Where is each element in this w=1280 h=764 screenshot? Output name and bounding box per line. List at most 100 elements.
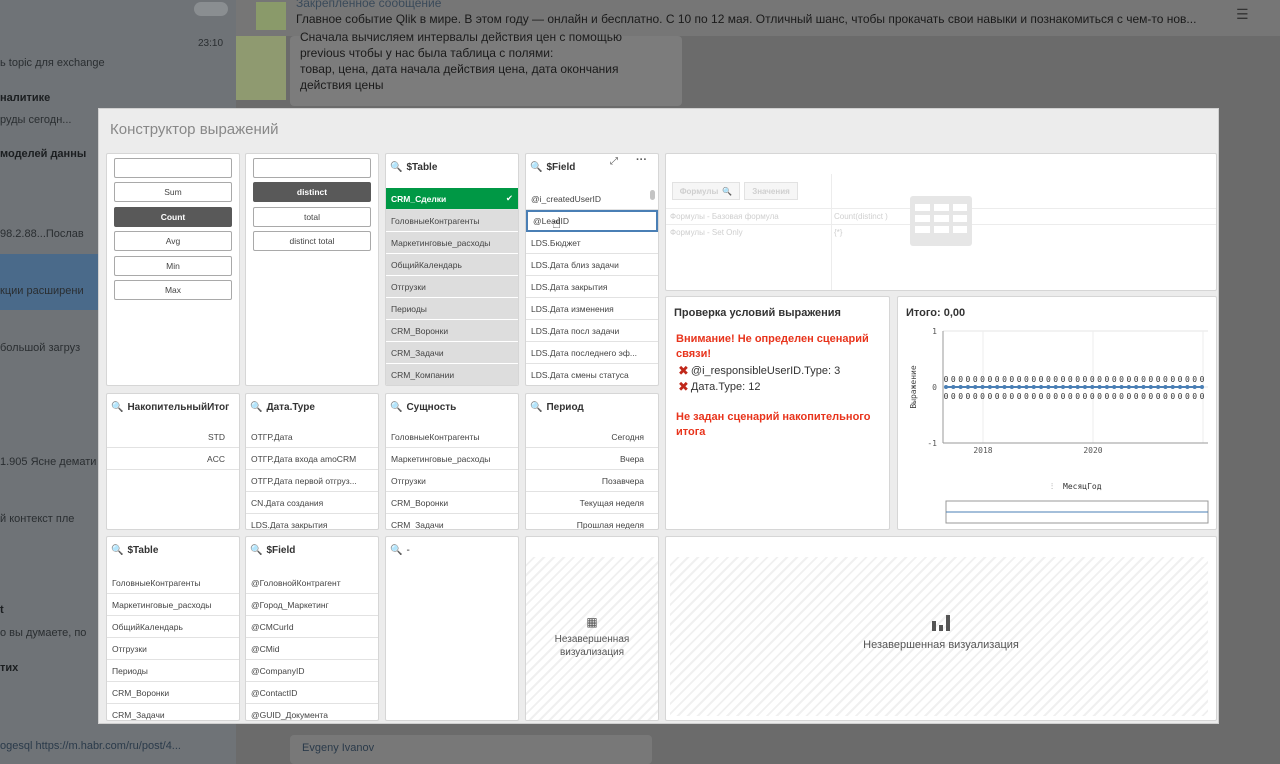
- data-label: 0: [980, 375, 985, 384]
- list-item[interactable]: CRM_Воронки: [386, 320, 518, 342]
- aggregation-button-avg[interactable]: Avg: [114, 231, 232, 251]
- field-listbox-header[interactable]: 🔍 $Field: [530, 162, 575, 173]
- list-item[interactable]: Маркетинговые_расходы: [386, 448, 518, 470]
- chat-list-item[interactable]: й контекст пле: [0, 513, 74, 525]
- data-label: 0: [1170, 375, 1175, 384]
- search-header[interactable]: 🔍 -: [390, 545, 410, 556]
- list-item[interactable]: LDS.Дата закрытия: [246, 514, 378, 530]
- period-header[interactable]: 🔍 Период: [530, 402, 584, 413]
- list-item[interactable]: Отгрузки: [386, 470, 518, 492]
- field2-header[interactable]: 🔍 $Field: [250, 545, 295, 556]
- list-item[interactable]: CRM_Компании: [386, 364, 518, 385]
- more-icon[interactable]: ···: [636, 154, 647, 166]
- table2-header[interactable]: 🔍 $Table: [111, 545, 158, 556]
- list-item[interactable]: STD: [107, 426, 239, 448]
- chat-list-item[interactable]: большой загруз: [0, 342, 80, 354]
- cumulative-header[interactable]: 🔍 НакопительныйИтог: [111, 402, 229, 413]
- list-item[interactable]: ГоловныеКонтрагенты: [386, 210, 518, 232]
- list-item[interactable]: ГоловныеКонтрагенты: [107, 572, 239, 594]
- list-item[interactable]: ACC: [107, 448, 239, 470]
- list-item[interactable]: Прошлая неделя: [526, 514, 658, 530]
- list-item[interactable]: Периоды: [386, 298, 518, 320]
- list-item[interactable]: ОТГР.Дата входа amoCRM: [246, 448, 378, 470]
- x-tick-label: 2020: [1083, 446, 1102, 455]
- search-icon: 🔍: [722, 186, 733, 196]
- modifier-button[interactable]: total: [253, 206, 371, 227]
- list-item[interactable]: CRM_Сделки ✔: [386, 188, 518, 210]
- modifier-search-input[interactable]: [253, 158, 371, 178]
- list-item[interactable]: @CompanyID: [246, 660, 378, 682]
- list-item-label: LDS.Бюджет: [531, 237, 581, 248]
- data-point: [1119, 385, 1124, 389]
- list-item[interactable]: @ГоловнойКонтрагент: [246, 572, 378, 594]
- list-item[interactable]: Сегодня: [526, 426, 658, 448]
- aggregation-button-max[interactable]: Max: [114, 280, 232, 300]
- chat-list-item[interactable]: кции расширени: [0, 285, 84, 297]
- list-item[interactable]: CRM_Воронки: [107, 682, 239, 704]
- list-item[interactable]: CRM_Задачи: [107, 704, 239, 720]
- data-label: 0: [1024, 392, 1029, 401]
- aggregation-button-min[interactable]: Min: [114, 255, 232, 276]
- list-item[interactable]: CRM_Воронки: [386, 492, 518, 514]
- list-item-label: STD: [208, 431, 225, 442]
- scrollbar[interactable]: [650, 190, 655, 200]
- list-item[interactable]: @LeadID: [526, 210, 658, 232]
- list-item[interactable]: Отгрузки: [386, 276, 518, 298]
- list-item[interactable]: Периоды: [107, 660, 239, 682]
- aggregation-button-sum[interactable]: Sum: [114, 182, 232, 202]
- entity-header[interactable]: 🔍 Сущность: [390, 402, 456, 413]
- list-item[interactable]: Позавчера: [526, 470, 658, 492]
- list-item[interactable]: ОбщийКалендарь: [386, 254, 518, 276]
- tab-values[interactable]: Значения: [744, 182, 798, 200]
- expand-icon[interactable]: ⤢: [610, 156, 618, 167]
- list-item[interactable]: ОбщийКалендарь: [107, 616, 239, 638]
- chat-list-item[interactable]: 98.2.88...Послав: [0, 228, 84, 240]
- list-item[interactable]: @CMid: [246, 638, 378, 660]
- list-item[interactable]: @ContactID: [246, 682, 378, 704]
- modifier-button[interactable]: distinct total: [253, 231, 371, 251]
- list-item-label: Маркетинговые_расходы: [391, 453, 491, 464]
- list-item[interactable]: Текущая неделя: [526, 492, 658, 514]
- list-item[interactable]: Маркетинговые_расходы: [386, 232, 518, 254]
- chat-list-item[interactable]: тих: [0, 662, 18, 674]
- list-item-label: Маркетинговые_расходы: [391, 237, 491, 248]
- list-item[interactable]: CRM_Задачи: [386, 514, 518, 530]
- list-item[interactable]: @Город_Маркетинг: [246, 594, 378, 616]
- date-type-header[interactable]: 🔍 Дата.Type: [250, 402, 315, 413]
- chat-list-item[interactable]: ь topic для exchange: [0, 57, 105, 69]
- list-item[interactable]: Маркетинговые_расходы: [107, 594, 239, 616]
- data-label: 0: [1163, 375, 1168, 384]
- pinned-menu-icon[interactable]: ☰: [1236, 6, 1249, 23]
- list-item[interactable]: LDS.Бюджет: [526, 232, 658, 254]
- list-item[interactable]: ГоловныеКонтрагенты: [386, 426, 518, 448]
- list-item[interactable]: ОТГР.Дата: [246, 426, 378, 448]
- chat-list-item[interactable]: руды сегодн...: [0, 114, 71, 126]
- list-item[interactable]: LDS.Дата смены статуса: [526, 364, 658, 385]
- modifier-button[interactable]: distinct: [253, 182, 371, 202]
- list-item[interactable]: Отгрузки: [107, 638, 239, 660]
- tab-formulas[interactable]: Формулы 🔍: [672, 182, 740, 200]
- list-item[interactable]: @GUID_Документа: [246, 704, 378, 720]
- table-listbox-header[interactable]: 🔍 $Table: [390, 162, 437, 173]
- list-item[interactable]: LDS.Дата закрытия: [526, 276, 658, 298]
- list-item[interactable]: LDS.Дата посл задачи: [526, 320, 658, 342]
- chat-list-item[interactable]: налитике: [0, 92, 50, 104]
- chat-list-item[interactable]: 1.905 Ясне демати: [0, 456, 96, 468]
- list-item[interactable]: LDS.Дата близ задачи: [526, 254, 658, 276]
- list-item[interactable]: LDS.Дата последнего эф...: [526, 342, 658, 364]
- chat-list-item[interactable]: t: [0, 604, 4, 616]
- list-item-label: CN.Дата создания: [251, 497, 324, 508]
- chat-list-item[interactable]: моделей данны: [0, 148, 86, 160]
- chat-list-item[interactable]: о вы думаете, по: [0, 627, 86, 639]
- list-item[interactable]: CRM_Задачи: [386, 342, 518, 364]
- data-label: 0: [966, 392, 971, 401]
- list-item[interactable]: @i_createdUserID: [526, 188, 658, 210]
- list-item[interactable]: @CMCurId: [246, 616, 378, 638]
- list-item[interactable]: ОТГР.Дата первой отгруз...: [246, 470, 378, 492]
- list-item[interactable]: CN.Дата создания: [246, 492, 378, 514]
- list-item[interactable]: LDS.Дата изменения: [526, 298, 658, 320]
- y-tick-label: 1: [932, 327, 937, 336]
- aggregation-search-input[interactable]: [114, 158, 232, 178]
- list-item[interactable]: Вчера: [526, 448, 658, 470]
- aggregation-button-count[interactable]: Count: [114, 206, 232, 227]
